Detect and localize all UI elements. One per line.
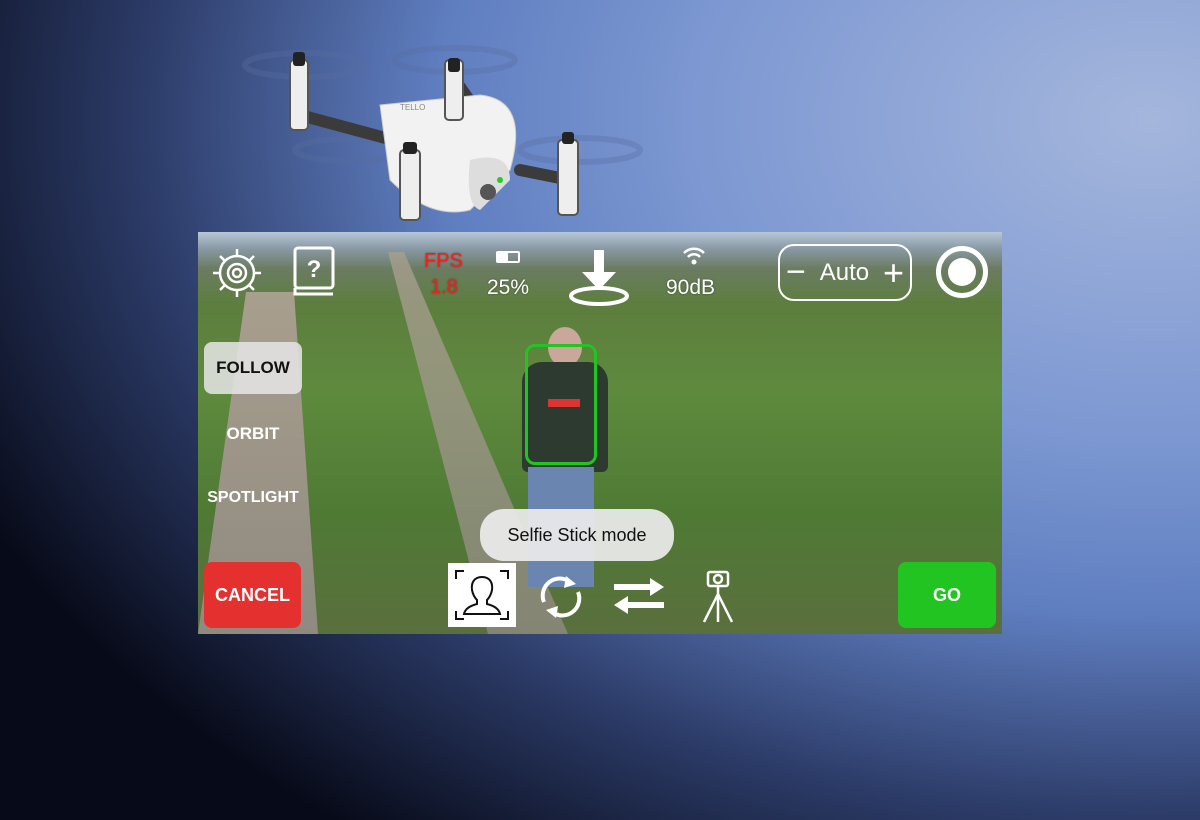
- drone-image: TELLO: [242, 45, 643, 221]
- tracking-box[interactable]: [525, 344, 597, 465]
- signal-strength: 90dB: [666, 276, 716, 299]
- svg-text:?: ?: [307, 256, 322, 283]
- settings-gear-icon[interactable]: [210, 246, 264, 300]
- help-book-icon[interactable]: ?: [292, 245, 338, 299]
- swap-arrows-icon[interactable]: [612, 576, 666, 616]
- mode-toast: Selfie Stick mode: [480, 509, 674, 561]
- go-button[interactable]: GO: [898, 562, 996, 628]
- svg-text:TELLO: TELLO: [400, 103, 425, 112]
- mode-orbit-button[interactable]: ORBIT: [204, 408, 302, 460]
- zoom-mode-label: Auto: [819, 258, 870, 286]
- battery-icon: [496, 251, 520, 263]
- face-selfie-icon[interactable]: [448, 563, 516, 627]
- record-button[interactable]: [936, 246, 988, 298]
- wifi-signal-icon: [683, 247, 705, 265]
- land-download-icon[interactable]: [566, 248, 632, 308]
- mode-spotlight-button[interactable]: SPOTLIGHT: [198, 472, 308, 524]
- camera-view: ? FPS 1.8 25% 90dB − Auto + FOLLOW ORBIT…: [198, 232, 1002, 634]
- zoom-plus-button[interactable]: +: [883, 252, 904, 294]
- zoom-control: − Auto +: [778, 244, 912, 301]
- battery-percent: 25%: [487, 276, 530, 299]
- tripod-camera-icon[interactable]: [698, 568, 738, 624]
- rotate-icon[interactable]: [536, 572, 586, 622]
- fps-label: FPS: [424, 250, 463, 272]
- zoom-minus-button[interactable]: −: [786, 253, 806, 292]
- fps-value: 1.8: [430, 276, 458, 298]
- mode-follow-button[interactable]: FOLLOW: [204, 342, 302, 394]
- cancel-button[interactable]: CANCEL: [204, 562, 301, 628]
